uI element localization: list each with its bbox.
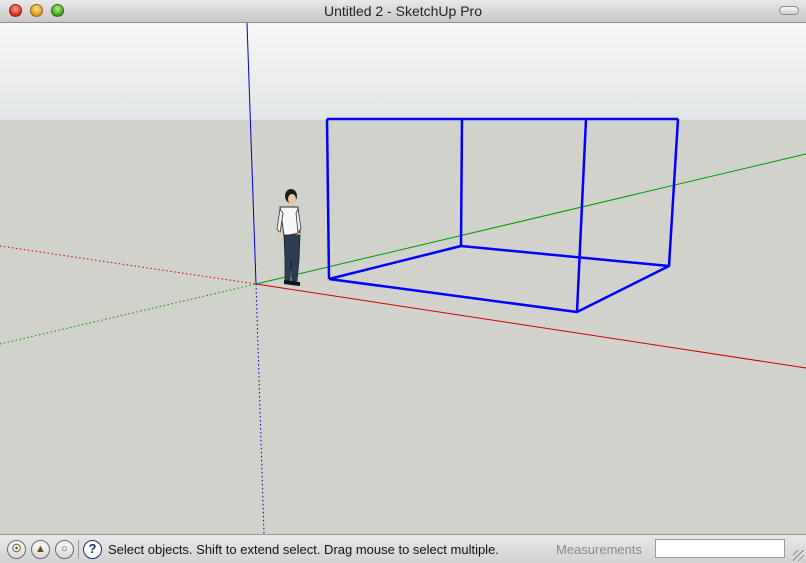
sky (0, 23, 806, 120)
title-bar: Untitled 2 - SketchUp Pro (0, 0, 806, 23)
status-bar: ☉ ▲ ○ ? Select objects. Shift to extend … (0, 534, 806, 563)
person-icon[interactable]: ▲ (31, 540, 50, 559)
toolbar-toggle-button[interactable] (779, 6, 799, 15)
lightbulb-icon[interactable]: ☉ (7, 540, 26, 559)
measurements-field[interactable] (655, 539, 785, 558)
window-title: Untitled 2 - SketchUp Pro (324, 3, 482, 19)
status-message: Select objects. Shift to extend select. … (108, 542, 499, 557)
scene-canvas[interactable] (0, 23, 806, 534)
drawing-viewport[interactable] (0, 23, 806, 534)
box-edge-back-left (459, 118, 464, 247)
g-circle-icon[interactable]: ○ (55, 540, 74, 559)
measurements-label: Measurements (556, 542, 642, 557)
status-separator (78, 540, 79, 559)
help-icon[interactable]: ? (83, 540, 102, 559)
resize-grip-icon[interactable] (793, 550, 804, 561)
